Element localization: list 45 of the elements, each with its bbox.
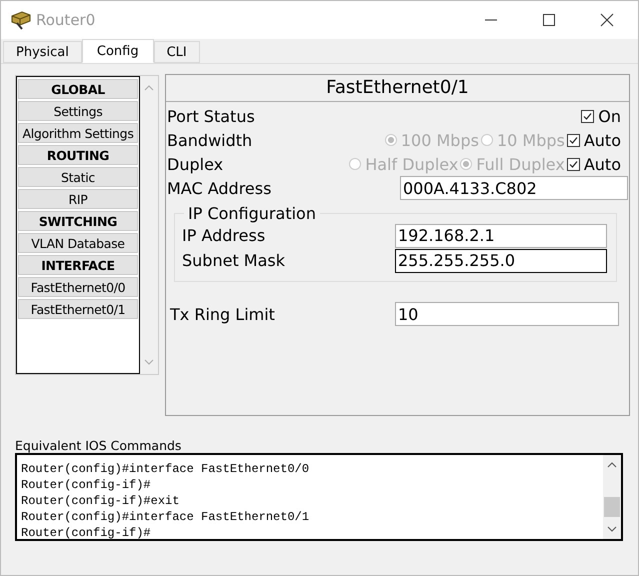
scroll-down-icon[interactable] <box>607 526 617 533</box>
scroll-up-icon[interactable] <box>607 461 617 468</box>
field-label: Port Status <box>167 106 256 126</box>
scrollbar[interactable] <box>603 455 621 539</box>
sidebar-item[interactable]: RIP <box>18 189 138 209</box>
scroll-thumb[interactable] <box>604 497 620 517</box>
console-label: Equivalent IOS Commands <box>15 438 182 453</box>
field-label: MAC Address <box>167 178 272 198</box>
sidebar-item[interactable]: Static <box>18 167 138 187</box>
tab[interactable]: Config <box>82 39 154 63</box>
group-title: IP Configuration <box>187 204 317 223</box>
sidebar-header[interactable]: SWITCHING <box>18 211 138 231</box>
checkbox[interactable]: On <box>581 106 621 126</box>
text-field[interactable]: 000A.4133.C802 <box>400 176 628 200</box>
sidebar-header[interactable]: INTERFACE <box>18 255 138 275</box>
close-icon[interactable] <box>600 13 614 27</box>
sidebar-item[interactable]: FastEthernet0/0 <box>18 277 138 297</box>
sidebar-item[interactable]: FastEthernet0/1 <box>18 299 138 319</box>
tab[interactable]: Physical <box>3 41 82 63</box>
field-label: Duplex <box>167 154 224 174</box>
sidebar-header[interactable]: ROUTING <box>18 145 138 165</box>
console-line: Router(config)#interface FastEthernet0/0 <box>21 461 310 477</box>
sidebar-item[interactable]: VLAN Database <box>18 233 138 253</box>
field-label: IP Address <box>182 226 266 245</box>
checkmark-icon <box>582 110 594 122</box>
router-app-icon <box>10 10 32 30</box>
text-field[interactable]: 10 <box>395 302 619 326</box>
field-label: Subnet Mask <box>182 251 286 270</box>
console-line: Router(config-if)# <box>21 477 152 493</box>
field-label: Bandwidth <box>167 130 254 150</box>
text-field[interactable]: 255.255.255.0 <box>395 248 607 272</box>
console-line: Router(config-if)# <box>21 525 152 541</box>
panel-title: FastEthernet0/1 <box>166 75 629 102</box>
checkmark-icon <box>568 134 579 146</box>
checkmark-icon <box>568 158 579 170</box>
text-field[interactable]: 192.168.2.1 <box>395 224 607 248</box>
window-title: Router0 <box>36 11 96 29</box>
field-label: Tx Ring Limit <box>170 304 276 324</box>
tab[interactable]: CLI <box>154 41 200 63</box>
console-line: Router(config-if)#exit <box>21 493 180 509</box>
sidebar-item[interactable]: Settings <box>18 101 138 121</box>
console-line: Router(config)#interface FastEthernet0/1 <box>21 509 310 525</box>
sidebar-item[interactable]: Algorithm Settings <box>18 123 138 143</box>
maximize-icon[interactable] <box>542 13 556 27</box>
sidebar-header[interactable]: GLOBAL <box>18 79 138 99</box>
